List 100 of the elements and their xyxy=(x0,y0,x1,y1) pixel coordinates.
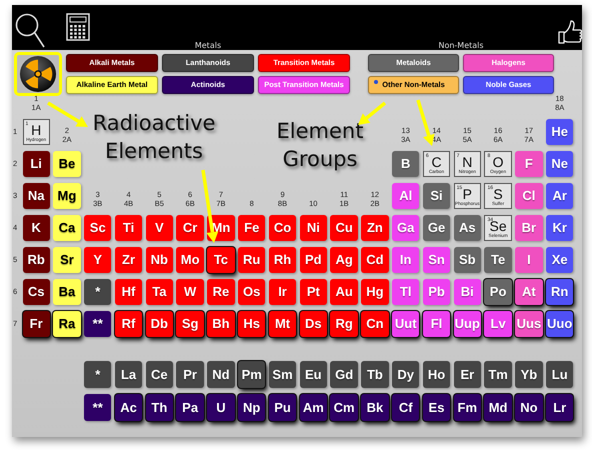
element-tile[interactable]: U xyxy=(207,394,235,420)
element-tile[interactable]: Ac xyxy=(114,394,142,420)
element-tile[interactable]: Er xyxy=(454,361,481,388)
search-icon[interactable] xyxy=(15,13,45,49)
element-tile[interactable]: Ba xyxy=(53,278,81,305)
element-tile[interactable]: Bi xyxy=(454,278,481,305)
element-tile[interactable]: In xyxy=(392,246,420,273)
element-tile[interactable]: Ru xyxy=(238,246,266,273)
element-tile[interactable]: Uuo xyxy=(546,310,574,337)
element-tile[interactable]: Fr xyxy=(22,310,50,337)
element-tile[interactable]: Lr xyxy=(546,394,574,420)
element-tile[interactable]: At xyxy=(515,278,543,305)
element-tile[interactable]: Rb xyxy=(22,246,50,273)
calculator-icon[interactable] xyxy=(66,13,90,41)
element-tile[interactable]: Tm xyxy=(484,361,512,388)
element-tile[interactable]: Yb xyxy=(515,361,543,388)
element-tile[interactable]: Hs xyxy=(238,310,266,337)
element-tile[interactable]: Ag xyxy=(330,246,358,273)
element-tile[interactable]: Pr xyxy=(176,361,204,388)
element-tile[interactable]: He xyxy=(546,118,574,145)
element-tile[interactable]: Cs xyxy=(22,278,50,305)
element-tile[interactable]: La xyxy=(114,361,142,388)
element-tile[interactable]: Mt xyxy=(268,310,296,337)
element-tile[interactable]: Na xyxy=(22,182,50,209)
element-tile[interactable]: Re xyxy=(207,278,235,305)
element-tile[interactable]: Pd xyxy=(300,246,327,273)
element-tile[interactable]: Bh xyxy=(207,310,235,337)
element-tile[interactable]: Y xyxy=(84,246,112,273)
element-tile[interactable]: Rn xyxy=(546,278,574,305)
element-tile[interactable]: B xyxy=(392,150,420,177)
element-tile[interactable]: Pu xyxy=(268,394,296,420)
element-tile[interactable]: Zr xyxy=(114,246,142,273)
element-tile[interactable]: Hg xyxy=(361,278,389,305)
element-tile[interactable]: Dy xyxy=(392,361,420,388)
element-tile[interactable]: Bk xyxy=(361,394,389,420)
element-tile[interactable]: Sn xyxy=(422,246,450,273)
element-tile[interactable]: Tl xyxy=(392,278,420,305)
element-tile[interactable]: Li xyxy=(22,150,50,177)
element-tile[interactable]: * xyxy=(84,361,112,388)
element-tile[interactable]: Cn xyxy=(361,310,389,337)
element-tile[interactable]: Ce xyxy=(146,361,173,388)
element-tile[interactable]: Ge xyxy=(422,214,450,241)
element-tile[interactable]: Ta xyxy=(146,278,173,305)
element-tile[interactable]: Pa xyxy=(176,394,204,420)
element-tile[interactable]: Te xyxy=(484,246,512,273)
element-tile[interactable]: I xyxy=(515,246,543,273)
element-tile[interactable]: Al xyxy=(392,182,420,209)
element-tile[interactable]: Np xyxy=(238,394,266,420)
element-tile[interactable]: Ho xyxy=(422,361,450,388)
element-tile[interactable]: Cu xyxy=(330,214,358,241)
element-tile[interactable]: Uup xyxy=(454,310,481,337)
element-tile[interactable]: Md xyxy=(484,394,512,420)
element-tile[interactable]: Rg xyxy=(330,310,358,337)
element-tile[interactable]: Be xyxy=(53,150,81,177)
element-tile[interactable]: Os xyxy=(238,278,266,305)
element-tile[interactable]: ** xyxy=(84,394,112,420)
element-tile[interactable]: Ca xyxy=(53,214,81,241)
element-tile[interactable]: W xyxy=(176,278,204,305)
element-tile[interactable]: Fe xyxy=(238,214,266,241)
element-tile[interactable]: Xe xyxy=(546,246,574,273)
element-tile[interactable]: Db xyxy=(146,310,173,337)
element-tile[interactable]: Nd xyxy=(207,361,235,388)
element-tile[interactable]: No xyxy=(515,394,543,420)
element-tile[interactable]: Lv xyxy=(484,310,512,337)
element-tile[interactable]: Co xyxy=(268,214,296,241)
element-tile[interactable]: Ra xyxy=(53,310,81,337)
element-tile[interactable]: As xyxy=(454,214,481,241)
element-tile[interactable]: F xyxy=(515,150,543,177)
element-tile[interactable]: Mo xyxy=(176,246,204,273)
element-tile[interactable]: * xyxy=(84,278,112,305)
element-tile[interactable]: Cl xyxy=(515,182,543,209)
element-tile[interactable]: Mg xyxy=(53,182,81,209)
element-tile[interactable]: Uut xyxy=(392,310,420,337)
element-tile[interactable]: Sm xyxy=(268,361,296,388)
element-tile[interactable]: Gd xyxy=(330,361,358,388)
element-tile[interactable]: Fm xyxy=(454,394,481,420)
element-tile[interactable]: Ar xyxy=(546,182,574,209)
element-tile[interactable]: Zn xyxy=(361,214,389,241)
element-tile[interactable]: Pt xyxy=(300,278,327,305)
element-tile[interactable]: Au xyxy=(330,278,358,305)
element-tile[interactable]: Br xyxy=(515,214,543,241)
element-tile[interactable]: Sc xyxy=(84,214,112,241)
element-tile[interactable]: Sr xyxy=(53,246,81,273)
element-tile[interactable]: Am xyxy=(300,394,327,420)
element-tile[interactable]: Ne xyxy=(546,150,574,177)
element-tile[interactable]: Kr xyxy=(546,214,574,241)
element-tile[interactable]: Fl xyxy=(422,310,450,337)
element-tile[interactable]: Cm xyxy=(330,394,358,420)
element-tile[interactable]: Ti xyxy=(114,214,142,241)
element-tile[interactable]: Uus xyxy=(515,310,543,337)
element-tile[interactable]: K xyxy=(22,214,50,241)
element-tile[interactable]: Pb xyxy=(422,278,450,305)
element-tile[interactable]: Th xyxy=(146,394,173,420)
element-tile[interactable]: Tc xyxy=(207,246,235,273)
element-tile[interactable]: Lu xyxy=(546,361,574,388)
element-tile[interactable]: Sg xyxy=(176,310,204,337)
element-tile[interactable]: Eu xyxy=(300,361,327,388)
element-tile[interactable]: Hf xyxy=(114,278,142,305)
element-tile[interactable]: Rf xyxy=(114,310,142,337)
element-tile[interactable]: Si xyxy=(422,182,450,209)
